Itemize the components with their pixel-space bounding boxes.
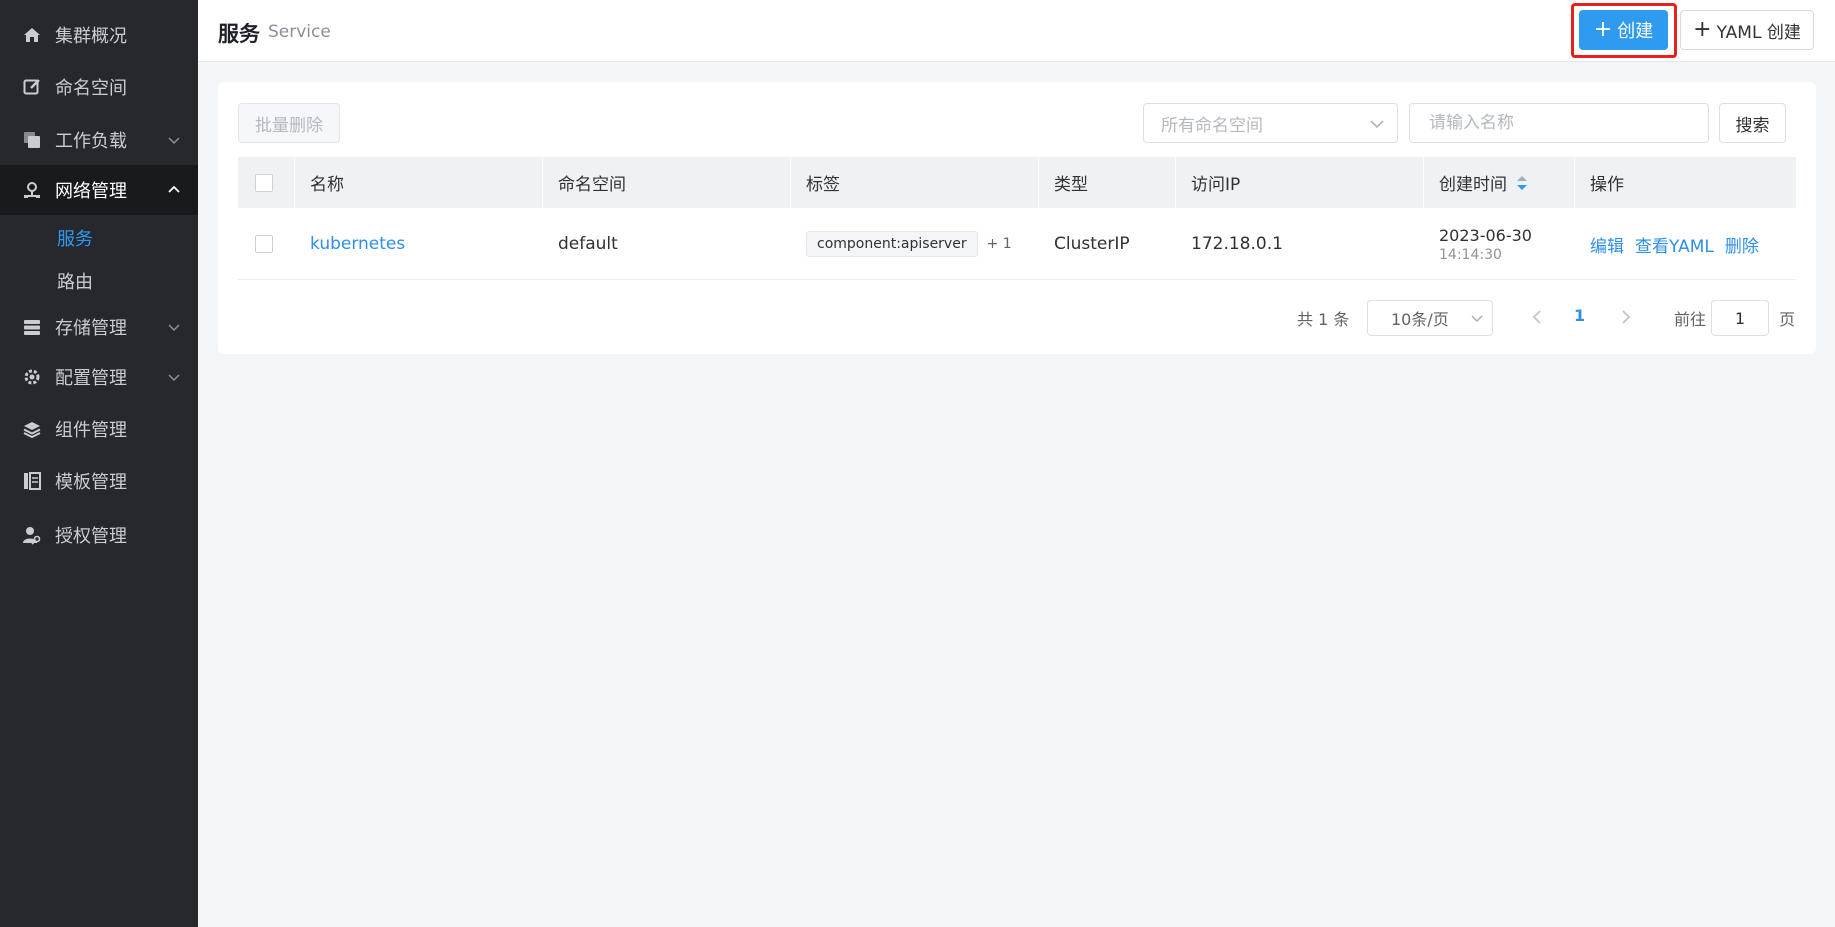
- yaml-create-button[interactable]: + YAML 创建: [1680, 10, 1814, 50]
- select-all-checkbox[interactable]: [255, 173, 273, 192]
- pagination-total: 共 1 条: [1297, 310, 1350, 329]
- column-header-type: 类型: [1039, 157, 1176, 208]
- home-icon: [22, 25, 42, 45]
- gear-icon: [22, 367, 42, 387]
- service-name-link[interactable]: kubernetes: [310, 234, 405, 254]
- table-row: kubernetes default component:apiserver +…: [238, 208, 1796, 280]
- nav-item-label: 组件管理: [55, 420, 127, 441]
- cell-created: 2023-06-30 14:14:30: [1424, 208, 1575, 280]
- nav-item-cluster-overview[interactable]: 集群概况: [0, 10, 198, 60]
- nav-item-label: 存储管理: [55, 318, 127, 339]
- header-select-all-cell: [238, 157, 295, 208]
- user-key-icon: [22, 525, 42, 545]
- service-list-card: 批量删除 所有命名空间 搜索 名称 命名空间 标签 类型 访问IP 创建时间 操…: [218, 82, 1816, 354]
- row-checkbox[interactable]: [255, 235, 273, 253]
- cell-labels: component:apiserver + 1: [791, 208, 1039, 280]
- goto-label: 前往: [1674, 310, 1707, 329]
- nav-item-label: 网络管理: [55, 181, 127, 202]
- yaml-create-button-label: YAML 创建: [1716, 22, 1801, 43]
- nav-item-component[interactable]: 组件管理: [0, 404, 198, 454]
- name-search-input[interactable]: [1409, 103, 1709, 143]
- cell-actions: 编辑 查看YAML 删除: [1575, 208, 1796, 280]
- plus-icon: +: [1593, 17, 1613, 42]
- nav-item-label: 工作负载: [55, 131, 127, 152]
- sidebar-subitem-service[interactable]: 服务: [0, 218, 198, 258]
- batch-delete-button[interactable]: 批量删除: [238, 103, 340, 143]
- chevron-down-icon: [168, 324, 180, 332]
- storage-icon: [22, 317, 42, 337]
- table-header: 名称 命名空间 标签 类型 访问IP 创建时间 操作: [238, 157, 1796, 208]
- column-header-labels: 标签: [791, 157, 1039, 208]
- network-icon: [22, 180, 42, 200]
- nav-item-network[interactable]: 网络管理: [0, 165, 198, 215]
- cell-name: kubernetes: [295, 208, 543, 280]
- delete-link[interactable]: 删除: [1725, 232, 1759, 257]
- column-header-actions: 操作: [1590, 175, 1624, 195]
- chevron-down-icon: [168, 137, 180, 145]
- label-tag: component:apiserver: [806, 231, 978, 257]
- column-header-namespace: 命名空间: [543, 157, 791, 208]
- create-button[interactable]: + 创建: [1579, 10, 1668, 50]
- nav-item-label: 命名空间: [55, 78, 127, 99]
- nav-item-template[interactable]: 模板管理: [0, 456, 198, 506]
- sidebar: 集群概况 命名空间 工作负载 网络管理 服务 路由 存储管理 配置管理 组件管理…: [0, 0, 198, 927]
- plus-icon: +: [1693, 17, 1712, 42]
- nav-item-label: 模板管理: [55, 472, 127, 493]
- column-header-created-label: 创建时间: [1439, 175, 1507, 195]
- nav-item-label: 授权管理: [55, 526, 127, 547]
- goto-suffix: 页: [1779, 310, 1796, 329]
- nav-item-label: 集群概况: [55, 26, 127, 47]
- column-header-name: 名称: [295, 157, 543, 208]
- column-header-created[interactable]: 创建时间: [1424, 157, 1575, 208]
- column-header-access-ip: 访问IP: [1176, 157, 1424, 208]
- template-icon: [22, 471, 42, 491]
- pagination: 共 1 条 10条/页 1 前往 页: [218, 297, 1816, 337]
- edit-link[interactable]: 编辑: [1590, 232, 1624, 257]
- nav-item-namespace[interactable]: 命名空间: [0, 62, 198, 112]
- nav-item-config[interactable]: 配置管理: [0, 352, 198, 402]
- namespace-select-placeholder: 所有命名空间: [1161, 115, 1263, 136]
- search-button[interactable]: 搜索: [1719, 103, 1786, 143]
- create-button-label: 创建: [1617, 21, 1654, 42]
- page-size-select[interactable]: 10条/页: [1367, 300, 1493, 336]
- page-subtitle: Service: [268, 22, 331, 42]
- created-time: 14:14:30: [1439, 246, 1502, 263]
- nav-item-storage[interactable]: 存储管理: [0, 302, 198, 352]
- page-size-value: 10条/页: [1391, 310, 1449, 329]
- label-more-count[interactable]: + 1: [987, 236, 1012, 252]
- sort-icon[interactable]: [1516, 175, 1528, 191]
- view-yaml-link[interactable]: 查看YAML: [1635, 232, 1714, 257]
- chevron-up-icon: [168, 185, 180, 193]
- created-date: 2023-06-30: [1439, 225, 1532, 245]
- edit-square-icon: [22, 77, 42, 97]
- goto-page-input[interactable]: [1711, 300, 1769, 336]
- page-title: 服务: [218, 22, 260, 46]
- next-page-icon[interactable]: [1616, 307, 1636, 327]
- page-number-current[interactable]: 1: [1574, 306, 1585, 325]
- cell-namespace: default: [558, 234, 618, 254]
- chevron-down-icon: [1370, 120, 1384, 129]
- cell-access-ip: 172.18.0.1: [1191, 234, 1283, 254]
- namespace-select[interactable]: 所有命名空间: [1143, 103, 1398, 143]
- chevron-down-icon: [168, 374, 180, 382]
- nav-item-workload[interactable]: 工作负载: [0, 115, 198, 165]
- prev-page-icon[interactable]: [1527, 307, 1547, 327]
- chevron-down-icon: [1471, 315, 1483, 322]
- nav-item-auth[interactable]: 授权管理: [0, 510, 198, 560]
- row-select-cell: [238, 208, 295, 280]
- sidebar-subitem-route[interactable]: 路由: [0, 261, 198, 301]
- cell-type: ClusterIP: [1054, 234, 1130, 254]
- page-header: 服务 Service + 创建 + YAML 创建: [198, 0, 1835, 62]
- copy-icon: [22, 130, 42, 150]
- layers-icon: [22, 419, 42, 439]
- nav-item-label: 配置管理: [55, 368, 127, 389]
